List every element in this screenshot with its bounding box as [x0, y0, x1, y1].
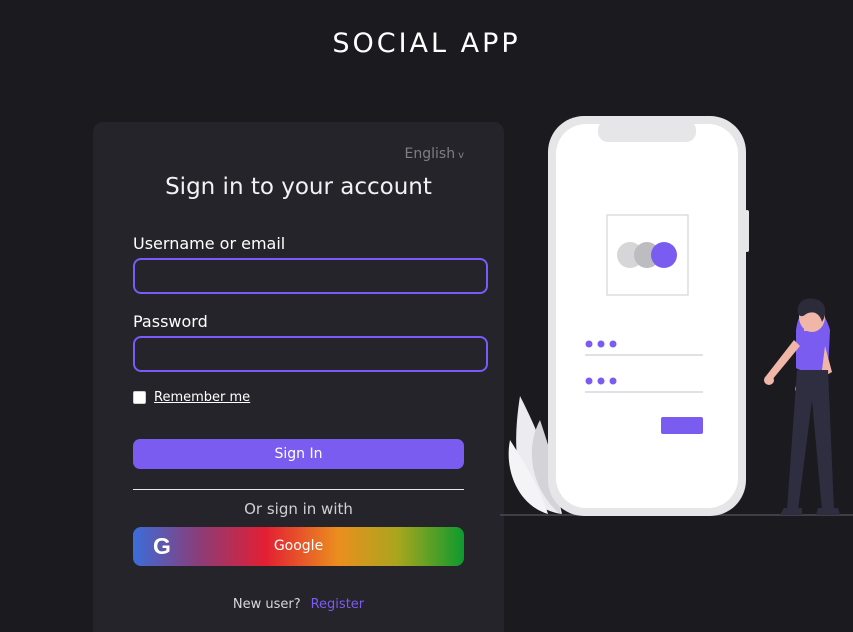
new-user-prompt: New user? Register — [93, 597, 504, 612]
app-title: SOCIAL APP — [332, 28, 521, 59]
language-selector[interactable]: English v — [405, 146, 464, 162]
login-card: English v Sign in to your account Usernam… — [93, 122, 504, 632]
divider — [133, 489, 464, 490]
remember-me[interactable]: Remember me — [133, 390, 250, 405]
register-link[interactable]: Register — [311, 597, 365, 612]
sign-in-button[interactable]: Sign In — [133, 439, 464, 469]
google-label: Google — [273, 538, 324, 554]
password-input[interactable] — [133, 336, 488, 372]
or-sign-in-with: Or sign in with — [244, 500, 353, 518]
username-input[interactable] — [133, 258, 488, 294]
remember-checkbox[interactable] — [133, 391, 146, 404]
chevron-down-icon: v — [458, 150, 464, 161]
page: SOCIAL APP English v Sign in to your acco… — [0, 0, 853, 632]
new-user-text: New user? — [232, 597, 301, 612]
username-label: Username or email — [133, 234, 286, 253]
google-sign-in-button[interactable]: G Google — [133, 527, 464, 566]
password-label: Password — [133, 312, 208, 331]
language-label: English — [404, 146, 456, 162]
phone-login-illustration — [500, 116, 853, 516]
remember-label[interactable]: Remember me — [154, 390, 250, 405]
person-illustration — [764, 298, 840, 515]
login-title: Sign in to your account — [165, 174, 432, 200]
phone-illustration — [548, 116, 749, 516]
